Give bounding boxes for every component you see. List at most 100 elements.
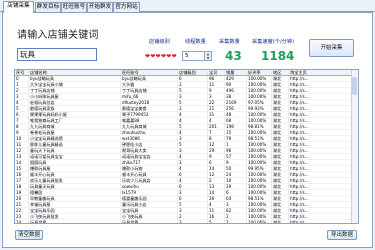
table-cell: 湖北 — [272, 190, 289, 195]
tab-bar: 店铺采集 群发目标 旺旺账号 开始群发 官方网站 — [0, 0, 375, 13]
table-cell: 童乐玩具小店 — [121, 202, 178, 207]
search-input[interactable]: 玩具 — [17, 48, 97, 61]
table-cell: http://s... — [289, 106, 353, 111]
table-row[interactable]: 24 玩具世界 玩具世界 3 5 2 100.00% 湖北 http://s... — [15, 220, 358, 223]
table-cell: 57 — [225, 154, 247, 159]
table-cell: 100.00% — [247, 172, 272, 177]
column-header[interactable]: 地区 — [272, 70, 289, 75]
table-cell: 湖北 — [272, 160, 289, 165]
table-cell: 100.00% — [247, 94, 272, 99]
table-cell: 13 — [15, 154, 29, 159]
table-cell: 15 — [15, 166, 29, 171]
table-cell: 19 — [15, 190, 29, 195]
table-cell: 48 — [225, 112, 247, 117]
table-cell: 2169 — [225, 100, 247, 105]
column-header[interactable]: 好评率 — [247, 70, 272, 75]
table-cell: 小宝宝玩具精选馆 — [29, 136, 121, 141]
table-cell: 68 — [225, 118, 247, 123]
table-cell: 26 — [208, 196, 225, 201]
table-cell: 2 — [225, 214, 247, 219]
table-cell: http://s... — [289, 184, 353, 189]
table-cell: 4 — [178, 154, 208, 159]
table-cell: http://s... — [289, 112, 353, 117]
table-cell: 100.00% — [247, 190, 272, 195]
column-header[interactable]: 销量 — [225, 70, 247, 75]
table-cell: http://s... — [289, 82, 353, 87]
table-cell: 100.00% — [247, 202, 272, 207]
table-cell: 顺丰开心玩具 — [121, 172, 178, 177]
table-cell: 6 — [178, 76, 208, 81]
column-header[interactable]: 宝贝 — [208, 70, 225, 75]
tab-mass-target[interactable]: 群发目标 — [35, 2, 61, 12]
table-cell: 12 — [208, 142, 225, 147]
export-data-button[interactable]: 导出数据 — [327, 230, 357, 240]
table-cell: 22 — [15, 208, 29, 213]
table-cell: 6 — [178, 196, 208, 201]
table-cell: 湖北 — [272, 202, 289, 207]
table-cell: 早教童趣玩具 — [29, 196, 121, 201]
table-cell: 湖北 — [272, 178, 289, 183]
table-cell: 96 — [225, 148, 247, 153]
table-cell: wxt3086 — [121, 136, 178, 141]
table-cell: 100.00% — [247, 208, 272, 213]
table-cell: 100.00% — [247, 214, 272, 219]
table-cell: 1 — [15, 82, 29, 87]
table-cell: 13 — [208, 184, 225, 189]
table-cell: 100.00% — [247, 118, 272, 123]
collect-count-label: 采集数量 — [219, 39, 240, 45]
table-cell: 100.00% — [247, 148, 272, 153]
tab-shop-collect[interactable]: 店铺采集 — [3, 1, 34, 13]
table-cell: 玩具世界 — [29, 220, 121, 223]
table-cell: 24 — [225, 172, 247, 177]
scrollbar-thumb[interactable] — [352, 77, 357, 95]
column-header[interactable]: 店铺级别 — [178, 70, 208, 75]
table-cell: 5 — [178, 88, 208, 93]
table-cell: 乐欢少儿玩具店 — [121, 178, 178, 183]
table-cell: 湖北 — [272, 154, 289, 159]
table-cell: 4 — [178, 178, 208, 183]
tab-wangwang-account[interactable]: 旺旺账号 — [61, 2, 87, 12]
table-cell: 湖北 — [272, 196, 289, 201]
table-cell: 4 — [178, 118, 208, 123]
spinner-buttons[interactable]: ▲ ▼ — [204, 52, 211, 60]
column-header[interactable]: 旺旺账号 — [121, 70, 178, 75]
table-cell: 12 — [208, 172, 225, 177]
table-cell: 7 — [15, 118, 29, 123]
table-cell: http://s... — [289, 130, 353, 135]
shop-credit-label: 店铺级别 — [149, 39, 170, 45]
tab-start-mass[interactable]: 开始群发 — [87, 2, 113, 12]
table-cell: 64 — [225, 196, 247, 201]
start-button[interactable]: 开始采集 — [309, 39, 354, 57]
table-cell: 29 — [208, 148, 225, 153]
vertical-scrollbar[interactable] — [351, 70, 358, 223]
table-cell: 小飞侠玩具批发 — [29, 214, 121, 219]
column-header[interactable]: 淘宝主页 — [289, 70, 353, 75]
table-cell: 湖北 — [272, 124, 289, 129]
table-cell: 4 — [208, 202, 225, 207]
table-cell: 90 — [225, 82, 247, 87]
table-cell: 3 — [178, 220, 208, 223]
table-cell: 幸福玩具屋 — [29, 202, 121, 207]
shop-credit-icons: ❤❤❤❤❤❤ — [145, 53, 177, 60]
table-cell: http://s... — [289, 76, 353, 81]
column-header[interactable]: 序号 — [15, 70, 29, 75]
table-cell: 496 — [225, 88, 247, 93]
table-cell: 果子7799452 — [121, 112, 178, 117]
table-cell: 顺丰开心玩具 — [29, 172, 121, 177]
table-cell: 湖北 — [272, 82, 289, 87]
table-cell: 童玩天下玩具 — [29, 148, 121, 153]
table-cell: 16 — [15, 172, 29, 177]
column-header[interactable]: 店铺名称 — [29, 70, 121, 75]
thread-value: 5 — [185, 53, 189, 59]
table-cell: 爆款小玩物 — [121, 166, 178, 171]
table-cell: 6 — [178, 172, 208, 177]
results-grid[interactable]: 序号 店铺名称 旺旺账号 店铺级别 宝贝 销量 好评率 地区 淘宝主页 0 byu战略玩具 byu战… — [14, 69, 359, 224]
table-cell: 21 — [208, 106, 225, 111]
table-cell: 100.00% — [247, 142, 272, 147]
thread-spinner[interactable]: 5 ▲ ▼ — [182, 51, 212, 61]
table-cell: 2 — [208, 178, 225, 183]
table-cell: 歌德宝宝美食 — [121, 106, 178, 111]
clear-data-button[interactable]: 清空数据 — [15, 230, 43, 240]
table-cell: 100.00% — [247, 178, 272, 183]
tab-official-website[interactable]: 官方网站 — [113, 2, 140, 12]
